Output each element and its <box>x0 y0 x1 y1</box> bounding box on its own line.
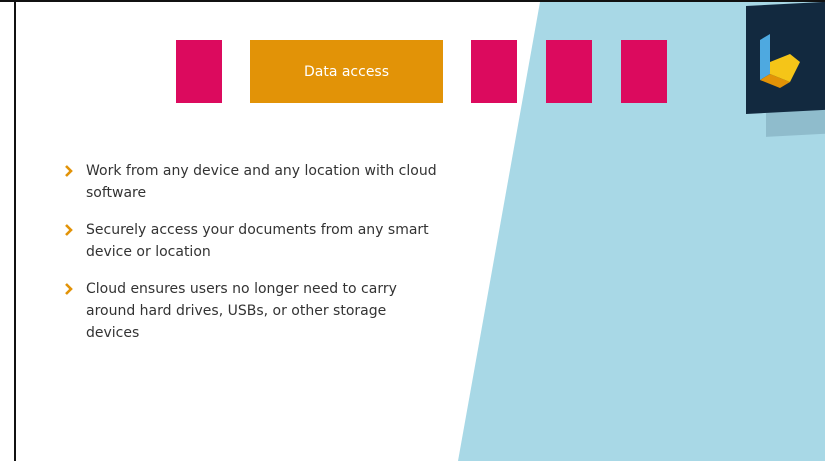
slide: Data access Work from any device and any… <box>0 0 825 461</box>
bullet-item: Securely access your documents from any … <box>62 219 442 263</box>
section-tab-data-access[interactable]: Data access <box>250 40 443 103</box>
section-tab-5[interactable] <box>621 40 667 103</box>
section-tab-label: Data access <box>303 63 390 80</box>
bullet-text: Securely access your documents from any … <box>86 222 429 260</box>
section-tab-1[interactable] <box>176 40 222 103</box>
bullet-item: Cloud ensures users no longer need to ca… <box>62 278 442 344</box>
chevron-right-icon <box>65 283 73 295</box>
slide-top-border <box>0 0 825 2</box>
slide-left-border <box>14 0 16 461</box>
chevron-right-icon <box>65 224 73 236</box>
section-tab-4[interactable] <box>546 40 592 103</box>
bullet-text: Cloud ensures users no longer need to ca… <box>86 281 397 341</box>
bullet-item: Work from any device and any location wi… <box>62 160 442 204</box>
bullet-text: Work from any device and any location wi… <box>86 163 437 201</box>
bullet-list: Work from any device and any location wi… <box>62 160 442 359</box>
section-tab-3[interactable] <box>471 40 517 103</box>
chevron-right-icon <box>65 165 73 177</box>
brand-b-logo-icon <box>760 34 800 88</box>
